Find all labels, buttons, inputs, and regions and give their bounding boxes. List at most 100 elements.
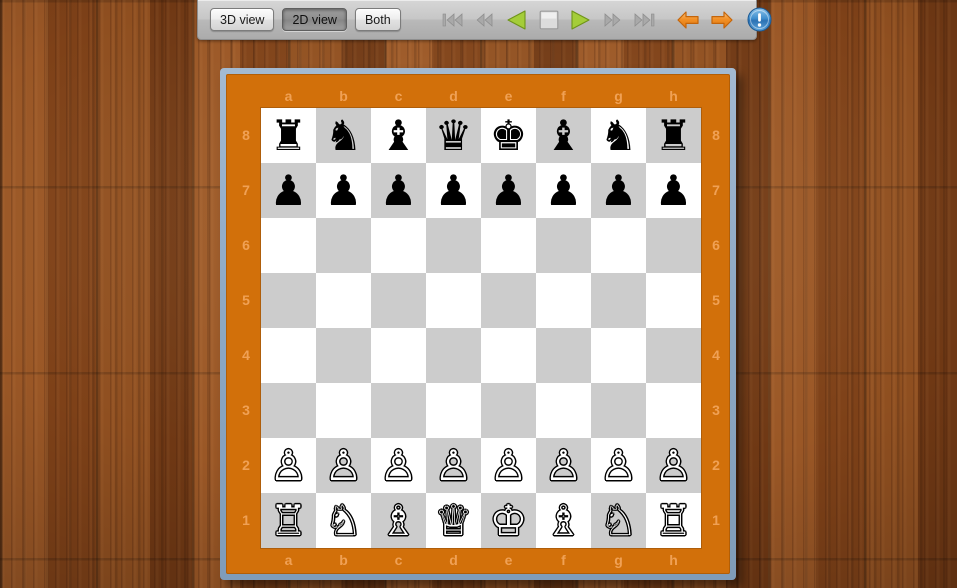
white-rook-h1[interactable]: ♖ — [655, 499, 693, 542]
board-square-e5[interactable] — [481, 273, 536, 328]
board-square-a6[interactable] — [261, 218, 316, 273]
board-square-h5[interactable] — [646, 273, 701, 328]
black-rook-h8[interactable]: ♜ — [655, 114, 693, 157]
chessboard-grid[interactable]: ♜ ♞ ♝ ♛ ♚ ♝ ♞ ♜ ♟ ♟ ♟ ♟ ♟ ♟ ♟ ♟ ♙ ♙ ♙ ♙ ♙ ♙ ♙ ♙ ♖ ♘ ♗ ♕ ♔ ♗ ♘ ♖ — [261, 108, 701, 548]
board-square-b3[interactable] — [316, 383, 371, 438]
board-square-f6[interactable] — [536, 218, 591, 273]
board-square-d3[interactable] — [426, 383, 481, 438]
black-bishop-c8[interactable]: ♝ — [380, 114, 418, 157]
board-square-h6[interactable] — [646, 218, 701, 273]
board-square-e7[interactable]: ♟ — [481, 163, 536, 218]
board-square-a8[interactable]: ♜ — [261, 108, 316, 163]
white-pawn-g2[interactable]: ♙ — [600, 444, 638, 487]
board-square-h4[interactable] — [646, 328, 701, 383]
white-pawn-e2[interactable]: ♙ — [490, 444, 528, 487]
board-square-c6[interactable] — [371, 218, 426, 273]
board-square-c3[interactable] — [371, 383, 426, 438]
white-bishop-f1[interactable]: ♗ — [545, 499, 583, 542]
board-square-g5[interactable] — [591, 273, 646, 328]
board-square-a3[interactable] — [261, 383, 316, 438]
board-square-h8[interactable]: ♜ — [646, 108, 701, 163]
board-square-g7[interactable]: ♟ — [591, 163, 646, 218]
board-square-e1[interactable]: ♔ — [481, 493, 536, 548]
board-square-a5[interactable] — [261, 273, 316, 328]
redo-move-button[interactable] — [707, 6, 739, 34]
black-pawn-c7[interactable]: ♟ — [380, 169, 418, 212]
board-square-d8[interactable]: ♛ — [426, 108, 481, 163]
white-pawn-c2[interactable]: ♙ — [380, 444, 418, 487]
stop-button[interactable] — [533, 6, 565, 34]
white-king-e1[interactable]: ♔ — [490, 499, 528, 542]
white-pawn-d2[interactable]: ♙ — [435, 444, 473, 487]
board-square-g8[interactable]: ♞ — [591, 108, 646, 163]
board-square-a1[interactable]: ♖ — [261, 493, 316, 548]
board-square-c1[interactable]: ♗ — [371, 493, 426, 548]
board-square-c4[interactable] — [371, 328, 426, 383]
board-square-e6[interactable] — [481, 218, 536, 273]
play-backward-button[interactable] — [501, 6, 533, 34]
undo-move-button[interactable] — [673, 6, 705, 34]
board-square-d7[interactable]: ♟ — [426, 163, 481, 218]
view-2d-button[interactable]: 2D view — [282, 8, 347, 31]
board-square-e4[interactable] — [481, 328, 536, 383]
board-square-f1[interactable]: ♗ — [536, 493, 591, 548]
board-square-b6[interactable] — [316, 218, 371, 273]
white-pawn-a2[interactable]: ♙ — [270, 444, 308, 487]
play-forward-button[interactable] — [565, 6, 597, 34]
black-knight-g8[interactable]: ♞ — [600, 114, 638, 157]
black-pawn-h7[interactable]: ♟ — [655, 169, 693, 212]
white-knight-g1[interactable]: ♘ — [600, 499, 638, 542]
white-bishop-c1[interactable]: ♗ — [380, 499, 418, 542]
black-pawn-d7[interactable]: ♟ — [435, 169, 473, 212]
board-square-g3[interactable] — [591, 383, 646, 438]
board-square-f7[interactable]: ♟ — [536, 163, 591, 218]
board-square-d1[interactable]: ♕ — [426, 493, 481, 548]
white-queen-d1[interactable]: ♕ — [435, 499, 473, 542]
black-rook-a8[interactable]: ♜ — [270, 114, 308, 157]
board-square-d4[interactable] — [426, 328, 481, 383]
board-square-c7[interactable]: ♟ — [371, 163, 426, 218]
info-button[interactable] — [747, 6, 772, 34]
white-pawn-h2[interactable]: ♙ — [655, 444, 693, 487]
board-square-e2[interactable]: ♙ — [481, 438, 536, 493]
black-pawn-g7[interactable]: ♟ — [600, 169, 638, 212]
board-square-c8[interactable]: ♝ — [371, 108, 426, 163]
board-square-d6[interactable] — [426, 218, 481, 273]
board-square-a2[interactable]: ♙ — [261, 438, 316, 493]
black-pawn-e7[interactable]: ♟ — [490, 169, 528, 212]
board-square-g6[interactable] — [591, 218, 646, 273]
board-square-e8[interactable]: ♚ — [481, 108, 536, 163]
board-square-f8[interactable]: ♝ — [536, 108, 591, 163]
board-square-b5[interactable] — [316, 273, 371, 328]
board-square-f4[interactable] — [536, 328, 591, 383]
black-knight-b8[interactable]: ♞ — [325, 114, 363, 157]
black-bishop-f8[interactable]: ♝ — [545, 114, 583, 157]
board-square-d2[interactable]: ♙ — [426, 438, 481, 493]
board-square-g2[interactable]: ♙ — [591, 438, 646, 493]
board-square-g1[interactable]: ♘ — [591, 493, 646, 548]
white-pawn-f2[interactable]: ♙ — [545, 444, 583, 487]
black-king-e8[interactable]: ♚ — [490, 114, 528, 157]
board-square-f5[interactable] — [536, 273, 591, 328]
board-square-h7[interactable]: ♟ — [646, 163, 701, 218]
board-square-b1[interactable]: ♘ — [316, 493, 371, 548]
board-square-a7[interactable]: ♟ — [261, 163, 316, 218]
board-square-b8[interactable]: ♞ — [316, 108, 371, 163]
board-square-d5[interactable] — [426, 273, 481, 328]
board-square-f3[interactable] — [536, 383, 591, 438]
white-knight-b1[interactable]: ♘ — [325, 499, 363, 542]
board-square-b2[interactable]: ♙ — [316, 438, 371, 493]
board-square-e3[interactable] — [481, 383, 536, 438]
board-square-h2[interactable]: ♙ — [646, 438, 701, 493]
white-rook-a1[interactable]: ♖ — [270, 499, 308, 542]
board-square-h1[interactable]: ♖ — [646, 493, 701, 548]
view-3d-button[interactable]: 3D view — [210, 8, 275, 31]
board-square-f2[interactable]: ♙ — [536, 438, 591, 493]
view-both-button[interactable]: Both — [354, 8, 401, 31]
black-pawn-b7[interactable]: ♟ — [325, 169, 363, 212]
board-square-b7[interactable]: ♟ — [316, 163, 371, 218]
board-square-h3[interactable] — [646, 383, 701, 438]
black-pawn-f7[interactable]: ♟ — [545, 169, 583, 212]
black-pawn-a7[interactable]: ♟ — [270, 169, 308, 212]
board-square-c5[interactable] — [371, 273, 426, 328]
